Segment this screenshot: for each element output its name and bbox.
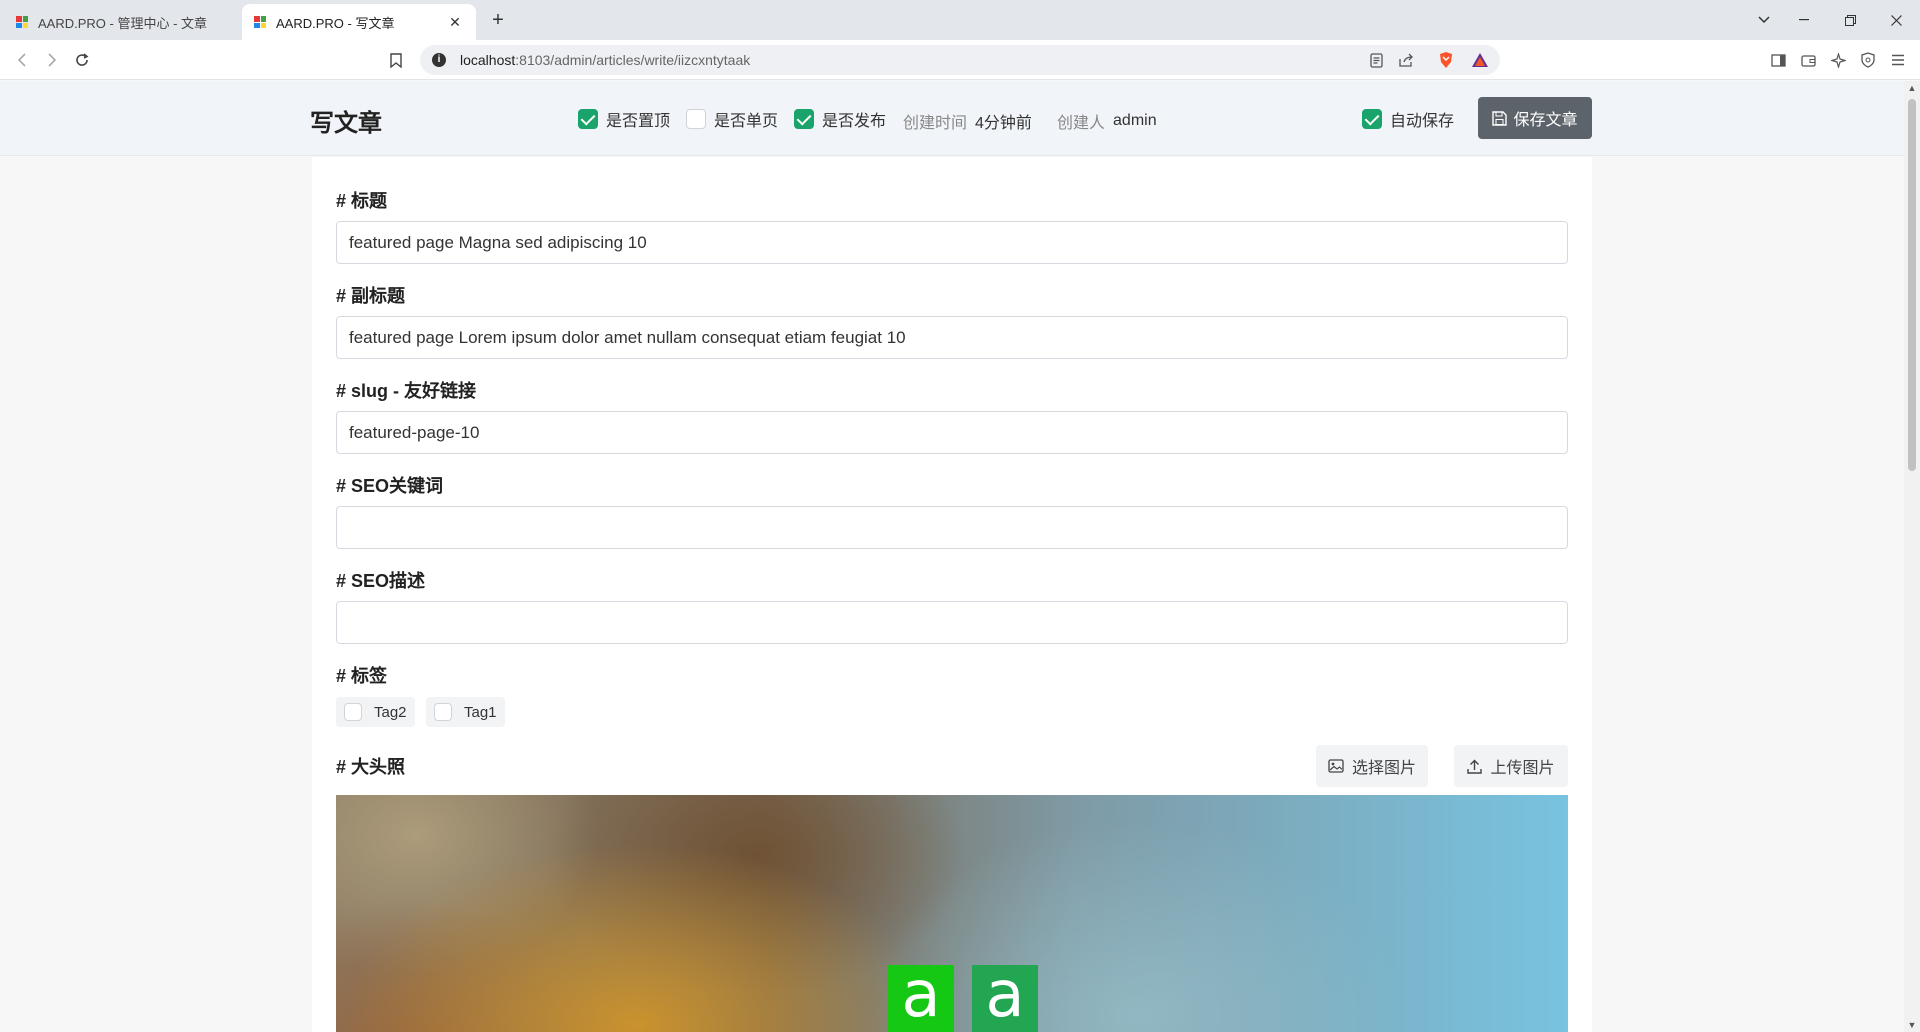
upload-image-label: 上传图片 xyxy=(1490,760,1555,777)
checkbox-unchecked[interactable] xyxy=(686,109,706,129)
reader-mode-icon[interactable] xyxy=(1362,45,1390,75)
pinned-label: 是否置顶 xyxy=(606,113,671,130)
published-label: 是否发布 xyxy=(822,113,887,130)
subtitle-input[interactable] xyxy=(336,316,1568,359)
checkbox-checked[interactable] xyxy=(578,109,598,129)
minimize-icon[interactable] xyxy=(1784,0,1824,40)
logo-tile: a xyxy=(888,963,954,1032)
vpn-icon[interactable] xyxy=(1856,48,1880,72)
site-favicon-icon xyxy=(254,16,266,28)
slug-label: # slug - 友好链接 xyxy=(336,381,477,401)
tags-label: # 标签 xyxy=(336,666,388,686)
subtitle-label: # 副标题 xyxy=(336,286,406,306)
title-input[interactable] xyxy=(336,221,1568,264)
tab-search-chevron-icon[interactable] xyxy=(1744,0,1784,40)
scrollbar-thumb[interactable] xyxy=(1908,99,1916,471)
save-icon xyxy=(1492,110,1508,126)
checkbox-unchecked[interactable] xyxy=(344,703,362,721)
select-image-label: 选择图片 xyxy=(1351,760,1416,777)
creator: 创建人 admin xyxy=(1057,109,1157,133)
image-icon xyxy=(1328,759,1344,773)
scroll-up-arrow-icon[interactable]: ▲ xyxy=(1907,83,1917,93)
save-article-label: 保存文章 xyxy=(1513,112,1578,129)
browser-tab-strip: AARD.PRO - 管理中心 - 文章 AARD.PRO - 写文章 ✕ + xyxy=(0,0,1920,40)
created-time-label: 创建时间 xyxy=(903,115,968,132)
restore-icon[interactable] xyxy=(1830,0,1870,40)
seo-description-input[interactable] xyxy=(336,601,1568,644)
select-image-button[interactable]: 选择图片 xyxy=(1316,745,1428,787)
single-page-checkbox[interactable]: 是否单页 xyxy=(686,107,778,131)
bookmark-icon[interactable] xyxy=(384,48,408,72)
autosave-checkbox[interactable]: 自动保存 xyxy=(1362,107,1454,131)
site-favicon-icon xyxy=(16,16,28,28)
article-form: # 标题 # 副标题 # slug - 友好链接 # SEO关键词 # SEO描… xyxy=(312,157,1592,1032)
avatar-image-preview: a a xyxy=(336,795,1568,1032)
browser-tab-write-article[interactable]: AARD.PRO - 写文章 ✕ xyxy=(242,4,476,40)
save-article-button[interactable]: 保存文章 xyxy=(1478,97,1592,139)
autosave-label: 自动保存 xyxy=(1390,113,1455,130)
tag-label: Tag2 xyxy=(374,703,407,721)
brave-rewards-icon[interactable] xyxy=(1466,45,1494,75)
single-page-label: 是否单页 xyxy=(714,113,779,130)
created-time-value: 4分钟前 xyxy=(975,115,1032,132)
creator-value: admin xyxy=(1113,112,1157,129)
page-scrollbar[interactable]: ▲ ▼ xyxy=(1904,81,1920,1032)
browser-toolbar: i localhost :8103/admin/articles/write/i… xyxy=(0,40,1920,80)
slug-input[interactable] xyxy=(336,411,1568,454)
seo-keywords-input[interactable] xyxy=(336,506,1568,549)
wallet-icon[interactable] xyxy=(1796,48,1820,72)
creator-label: 创建人 xyxy=(1057,115,1106,132)
avatar-label: # 大头照 xyxy=(336,757,406,777)
article-editor-header: 写文章 是否置顶 是否单页 是否发布 创建时间 4分钟前 创建人 admin 自… xyxy=(0,81,1904,156)
checkbox-checked[interactable] xyxy=(794,109,814,129)
menu-icon[interactable] xyxy=(1886,48,1910,72)
sidebar-toggle-icon[interactable] xyxy=(1766,48,1790,72)
leo-ai-icon[interactable] xyxy=(1826,48,1850,72)
forward-icon[interactable] xyxy=(40,48,64,72)
seo-description-label: # SEO描述 xyxy=(336,571,426,591)
checkbox-unchecked[interactable] xyxy=(434,703,452,721)
title-label: # 标题 xyxy=(336,191,388,211)
page-title: 写文章 xyxy=(310,110,382,137)
upload-image-button[interactable]: 上传图片 xyxy=(1454,745,1568,787)
site-info-icon[interactable]: i xyxy=(432,53,446,67)
upload-icon xyxy=(1467,759,1483,774)
checkbox-checked[interactable] xyxy=(1362,109,1382,129)
back-icon[interactable] xyxy=(10,48,34,72)
address-bar[interactable]: i localhost :8103/admin/articles/write/i… xyxy=(420,45,1500,75)
url-host: localhost xyxy=(460,52,516,68)
share-icon[interactable] xyxy=(1392,45,1420,75)
pinned-checkbox[interactable]: 是否置顶 xyxy=(578,107,670,131)
tab-title: AARD.PRO - 管理中心 - 文章 xyxy=(38,15,208,31)
created-time: 创建时间 4分钟前 xyxy=(903,109,1032,133)
tag-item-tag1[interactable]: Tag1 xyxy=(426,697,505,727)
new-tab-icon[interactable]: + xyxy=(488,8,508,32)
url-path: :8103/admin/articles/write/iizcxntytaak xyxy=(515,52,751,68)
browser-tab-articles[interactable]: AARD.PRO - 管理中心 - 文章 xyxy=(4,4,240,40)
brave-shields-icon[interactable] xyxy=(1432,45,1460,75)
logo-tile: a xyxy=(972,963,1038,1032)
scroll-down-arrow-icon[interactable]: ▼ xyxy=(1907,1020,1917,1030)
seo-keywords-label: # SEO关键词 xyxy=(336,476,444,496)
tag-item-tag2[interactable]: Tag2 xyxy=(336,697,415,727)
tab-title: AARD.PRO - 写文章 xyxy=(276,15,395,31)
close-tab-icon[interactable]: ✕ xyxy=(446,13,464,31)
reload-icon[interactable] xyxy=(70,48,94,72)
close-window-icon[interactable] xyxy=(1876,0,1916,40)
tag-label: Tag1 xyxy=(464,703,497,721)
published-checkbox[interactable]: 是否发布 xyxy=(794,107,886,131)
